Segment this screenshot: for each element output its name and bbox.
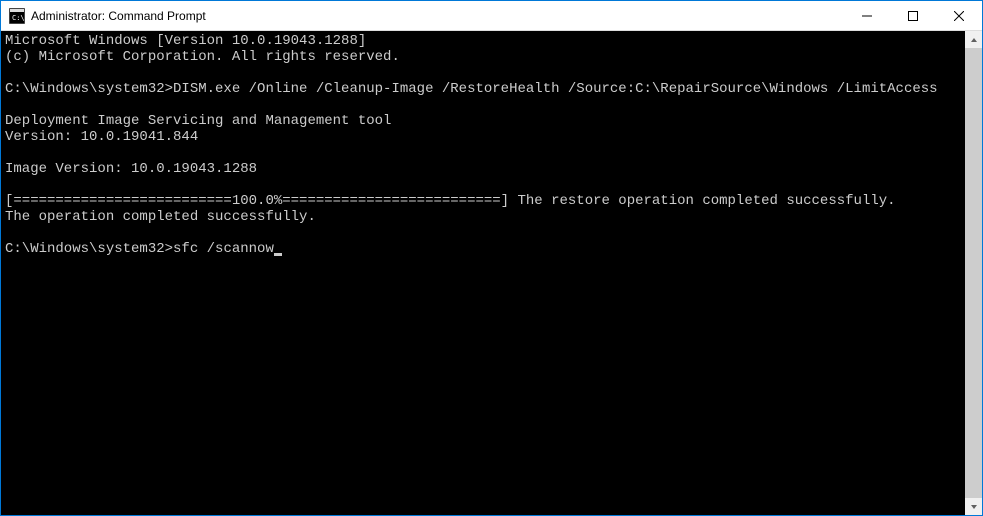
window-controls <box>844 1 982 30</box>
terminal-output-line <box>5 65 961 81</box>
maximize-button[interactable] <box>890 1 936 30</box>
terminal-current-input: sfc /scannow <box>173 241 274 257</box>
minimize-button[interactable] <box>844 1 890 30</box>
window-title: Administrator: Command Prompt <box>31 9 206 23</box>
command-prompt-icon: C:\ <box>9 8 25 24</box>
terminal-prompt: C:\Windows\system32> <box>5 241 173 257</box>
scrollbar-down-button[interactable] <box>965 498 982 515</box>
svg-text:C:\: C:\ <box>12 14 25 22</box>
terminal-output-line: Microsoft Windows [Version 10.0.19043.12… <box>5 33 961 49</box>
terminal-output-line: [==========================100.0%=======… <box>5 193 961 209</box>
scrollbar-track[interactable] <box>965 48 982 498</box>
terminal-cursor <box>274 253 282 256</box>
terminal-output-line: Version: 10.0.19041.844 <box>5 129 961 145</box>
terminal-output-line: Image Version: 10.0.19043.1288 <box>5 161 961 177</box>
terminal-output-line <box>5 225 961 241</box>
terminal-output-line: C:\Windows\system32>DISM.exe /Online /Cl… <box>5 81 961 97</box>
terminal-output-line: The operation completed successfully. <box>5 209 961 225</box>
terminal[interactable]: Microsoft Windows [Version 10.0.19043.12… <box>1 31 965 515</box>
command-prompt-window: C:\ Administrator: Command Prompt Micros… <box>0 0 983 516</box>
terminal-output-line <box>5 145 961 161</box>
scrollbar-thumb[interactable] <box>965 48 982 498</box>
terminal-input-line[interactable]: C:\Windows\system32>sfc /scannow <box>5 241 961 257</box>
terminal-container: Microsoft Windows [Version 10.0.19043.12… <box>1 31 982 515</box>
terminal-output-line <box>5 97 961 113</box>
terminal-output-line <box>5 177 961 193</box>
terminal-output-line: Deployment Image Servicing and Managemen… <box>5 113 961 129</box>
vertical-scrollbar[interactable] <box>965 31 982 515</box>
terminal-output-line: (c) Microsoft Corporation. All rights re… <box>5 49 961 65</box>
scrollbar-up-button[interactable] <box>965 31 982 48</box>
titlebar[interactable]: C:\ Administrator: Command Prompt <box>1 1 982 31</box>
close-button[interactable] <box>936 1 982 30</box>
